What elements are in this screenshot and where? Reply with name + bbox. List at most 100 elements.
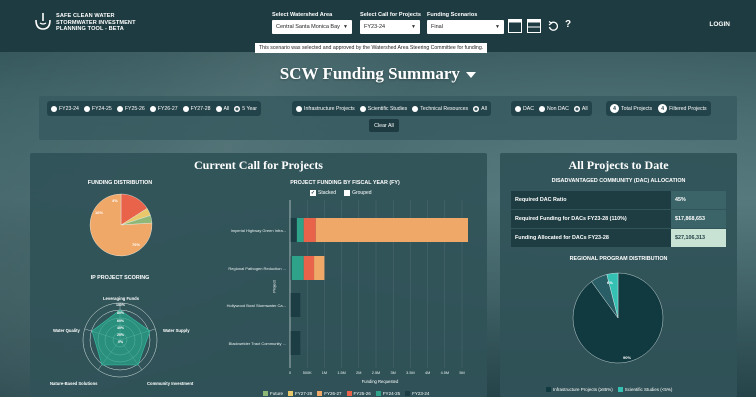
check-icon: ✓ [310, 190, 316, 196]
radar-ring-label: 100% [116, 303, 125, 307]
ip-scoring-title: IP PROJECT SCORING [90, 275, 150, 281]
bar-segment[interactable] [290, 331, 301, 355]
current-call-title: Current Call for Projects [194, 158, 323, 172]
x-tick-label: 500K [302, 371, 312, 375]
scenario-value: Final [431, 24, 443, 30]
dac-row-value: $17,868,653 [671, 210, 726, 228]
bar-segment[interactable] [303, 218, 316, 242]
legend-item-fy23-24[interactable]: FY23-24 [405, 391, 429, 397]
radio-icon [515, 105, 521, 112]
all-projects-title: All Projects to Date [568, 158, 669, 172]
x-tick-label: 1.5M [337, 371, 346, 375]
help-icon[interactable]: ? [565, 19, 571, 30]
login-link[interactable]: LOGIN [709, 21, 730, 28]
filter-all-dac[interactable]: All [573, 105, 588, 112]
filter-scientific[interactable]: Scientific Studies [359, 105, 407, 112]
bar-chart-xlabel: Funding Requested [361, 379, 399, 384]
radio-icon [51, 105, 57, 112]
clear-all-button[interactable]: Clear All [369, 119, 399, 132]
legend-swatch [375, 391, 381, 397]
brand-line-2: STORMWATER INVESTMENT [56, 19, 136, 26]
grouped-label: Grouped [352, 190, 372, 196]
filter-label: Infrastructure Projects [304, 105, 355, 112]
legend-swatch [405, 391, 411, 397]
filter-label: Non DAC [546, 105, 569, 112]
radar-ring-label: 40% [117, 326, 125, 330]
filter-infrastructure[interactable]: Infrastructure Projects [296, 105, 355, 112]
grouped-checkbox[interactable]: Grouped [344, 190, 372, 196]
table-view-icon[interactable] [508, 19, 522, 33]
regional-distribution-chart [572, 272, 664, 364]
filter-all-types[interactable]: All [473, 105, 487, 112]
radio-icon [538, 105, 545, 112]
bar-category-label: Imperial Highway Green Infra... [230, 228, 286, 233]
filter-all-years[interactable]: All [215, 105, 230, 112]
stacked-label: Stacked [318, 190, 337, 196]
filter-5-year[interactable]: 5 Year [234, 105, 257, 112]
layout-view-icon[interactable] [527, 19, 541, 33]
x-tick-label: 0 [288, 371, 292, 375]
legend-label: FY25-26 [353, 391, 371, 396]
filtered-projects: 4 Filtered Projects [658, 104, 707, 113]
total-projects-count: 4 [610, 104, 619, 113]
bar-segment[interactable] [290, 293, 301, 317]
legend-item-fy26-27[interactable]: FY26-27 [317, 391, 342, 397]
legend-label: FY26-27 [324, 391, 342, 396]
filter-non-dac[interactable]: Non DAC [538, 105, 569, 112]
bar-segment[interactable] [291, 256, 304, 280]
legend-label: Infrastructure Projects (≥85%) [553, 387, 613, 392]
filter-bar: FY23-24 FY24-25 FY25-26 FY26-27 FY27-28 … [39, 96, 737, 140]
filter-label: FY26-27 [157, 105, 178, 112]
bar-segment[interactable] [290, 218, 297, 242]
page-title[interactable]: SCW Funding Summary [0, 64, 756, 84]
bar-segment[interactable] [303, 256, 315, 280]
brand-line-1: SAFE CLEAN WATER [56, 13, 115, 19]
legend-item-future[interactable]: Future [263, 391, 284, 397]
pie-label-16: 16% [95, 210, 104, 215]
legend-item-fy24-25[interactable]: FY24-25 [375, 391, 400, 397]
regional-legend: Infrastructure Projects (≥85%) Scientifi… [546, 387, 673, 393]
x-tick-label: 4.5M [440, 371, 450, 375]
legend-item-scientific[interactable]: Scientific Studies (<5%) [617, 387, 673, 393]
filter-fy23-24[interactable]: FY23-24 [51, 105, 79, 112]
x-tick-label: 2.5M [371, 371, 381, 375]
legend-item-fy25-26[interactable]: FY25-26 [346, 391, 371, 397]
legend-label: Scientific Studies (<5%) [624, 387, 673, 392]
legend-label: Future [270, 391, 284, 396]
reset-icon[interactable] [548, 21, 558, 31]
bar-segment[interactable] [296, 218, 304, 242]
page-title-text: SCW Funding Summary [279, 64, 460, 83]
app-brand: SAFE CLEAN WATER STORMWATER INVESTMENT P… [56, 13, 136, 33]
filter-dac[interactable]: DAC [515, 105, 534, 112]
stacked-checkbox[interactable]: ✓ Stacked [310, 190, 336, 196]
x-tick-label: 4M [424, 371, 431, 375]
radio-icon [116, 105, 123, 112]
bar-category-label: Blackwelder Tract Community ... [228, 341, 286, 346]
call-control: Select Call for Projects FY23-24 ▼ [360, 12, 421, 34]
call-select[interactable]: FY23-24 ▼ [360, 20, 420, 34]
call-value: FY23-24 [364, 24, 386, 30]
chart-mode-toggle: ✓ Stacked Grouped [310, 190, 372, 196]
bar-segment[interactable] [314, 256, 325, 280]
dac-row-value: 45% [671, 191, 726, 209]
radar-ring-label: 20% [117, 333, 125, 337]
radio-icon [359, 105, 366, 112]
bar-segment[interactable] [315, 218, 468, 242]
filter-fy25-26[interactable]: FY25-26 [116, 105, 145, 112]
funding-distribution-title: FUNDING DISTRIBUTION [87, 180, 153, 186]
scenario-select[interactable]: Final ▼ [427, 20, 504, 34]
filter-label: All [481, 105, 487, 112]
watershed-select[interactable]: Central Santa Monica Bay ▼ [272, 20, 352, 34]
filter-fy24-25[interactable]: FY24-25 [83, 105, 112, 112]
dac-row-key: Required DAC Ratio [511, 191, 671, 209]
radio-selected-icon [234, 105, 241, 112]
legend-item-fy27-28[interactable]: FY27-28 [288, 391, 312, 397]
filter-label: All [223, 105, 230, 112]
radio-icon [182, 105, 189, 112]
filter-technical[interactable]: Technical Resources [412, 105, 468, 112]
filter-fy26-27[interactable]: FY26-27 [149, 105, 178, 112]
radio-selected-icon [473, 105, 480, 112]
filter-fy27-28[interactable]: FY27-28 [182, 105, 211, 112]
legend-item-infrastructure[interactable]: Infrastructure Projects (≥85%) [546, 387, 613, 393]
dac-filter: DAC Non DAC All [511, 101, 592, 116]
